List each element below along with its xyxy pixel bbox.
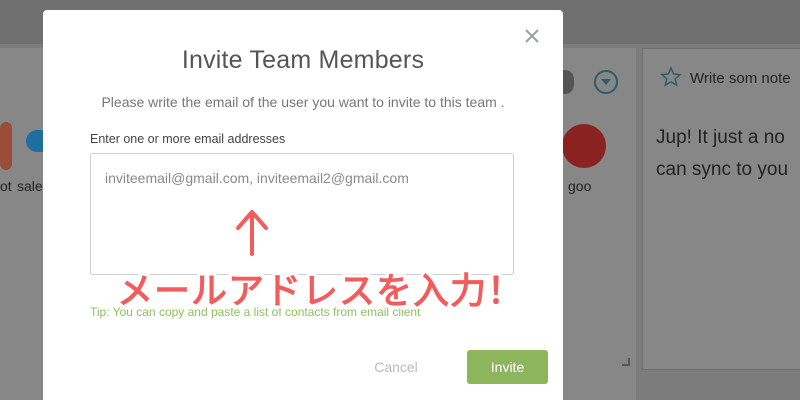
chevron-down-icon: [594, 70, 618, 94]
app-label-sale: sale: [17, 178, 43, 194]
note-line-1: Jup! It just a no: [656, 127, 785, 148]
invite-button[interactable]: Invite: [467, 350, 548, 384]
cancel-button[interactable]: Cancel: [356, 356, 436, 378]
note-line-2: can sync to you: [656, 159, 789, 180]
app-tile-google: [562, 124, 606, 168]
note-body: Jup! It just a no can sync to you: [656, 122, 800, 186]
app-label-ot: ot: [0, 178, 12, 194]
invite-modal: Invite Team Members Please write the ema…: [43, 10, 563, 400]
annotation-text: メールアドレスを入力！: [117, 271, 525, 312]
background-note-panel: [642, 48, 800, 370]
modal-subtitle: Please write the email of the user you w…: [101, 94, 505, 110]
resize-icon: [622, 358, 630, 366]
star-icon: [660, 66, 682, 87]
note-title-placeholder: Write som note: [690, 70, 791, 87]
email-addresses-input[interactable]: [90, 153, 514, 275]
modal-title: Invite Team Members: [181, 46, 425, 74]
email-field-label: Enter one or more email addresses: [90, 132, 286, 146]
close-icon[interactable]: [521, 25, 543, 47]
app-tile-hubspot: [0, 122, 12, 170]
app-label-goo: goo: [568, 178, 592, 194]
annotation-up-arrow-icon: [233, 208, 271, 258]
